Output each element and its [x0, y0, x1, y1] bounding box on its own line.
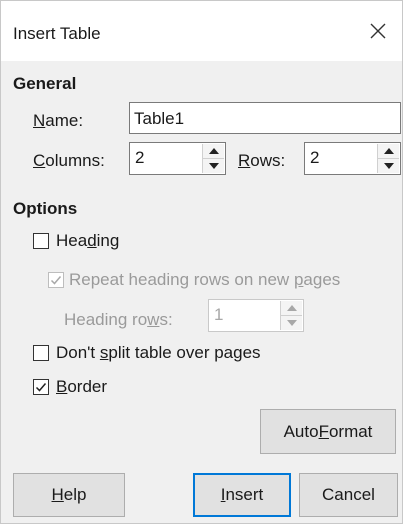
general-section-heading: General: [13, 74, 77, 93]
close-button[interactable]: [364, 17, 392, 45]
close-icon: [370, 23, 386, 39]
dialog-title: Insert Table: [13, 24, 101, 43]
heading-checkbox-label[interactable]: Heading: [56, 231, 119, 251]
rows-spinbox[interactable]: 2: [304, 142, 401, 175]
columns-value: 2: [135, 148, 145, 167]
heading-rows-decrement-button[interactable]: [280, 315, 302, 330]
border-label[interactable]: Border: [56, 377, 107, 397]
heading-rows-increment-button[interactable]: [280, 301, 302, 315]
autoformat-button[interactable]: Auto Format: [260, 409, 396, 454]
dont-split-checkbox[interactable]: [33, 345, 49, 361]
heading-checkbox[interactable]: [33, 233, 49, 249]
options-section-heading: Options: [13, 199, 78, 218]
repeat-heading-label[interactable]: Repeat heading rows on new pages: [69, 270, 340, 290]
spin-down-icon: [383, 163, 394, 169]
table-name-value: Table1: [134, 108, 185, 128]
spin-up-icon: [383, 148, 394, 154]
checkmark-icon: [35, 383, 47, 392]
insert-table-dialog: Insert Table General Name: Table1 Column…: [0, 0, 403, 524]
columns-spinbox[interactable]: 2: [129, 142, 226, 175]
columns-label: Columns:: [33, 151, 105, 170]
heading-rows-value: 1: [214, 305, 224, 324]
title-bar: Insert Table: [1, 1, 402, 61]
help-button[interactable]: Help: [13, 473, 125, 517]
columns-decrement-button[interactable]: [202, 158, 224, 173]
insert-button[interactable]: Insert: [193, 473, 291, 517]
rows-increment-button[interactable]: [377, 144, 399, 158]
table-name-field[interactable]: Table1: [129, 102, 401, 134]
checkmark-icon: [50, 276, 62, 285]
border-checkbox[interactable]: [33, 379, 49, 395]
cancel-button[interactable]: Cancel: [299, 473, 398, 517]
heading-rows-label: Heading rows:: [64, 310, 173, 329]
rows-decrement-button[interactable]: [377, 158, 399, 173]
spin-down-icon: [208, 163, 219, 169]
spin-down-icon: [286, 320, 297, 326]
columns-increment-button[interactable]: [202, 144, 224, 158]
name-label: Name:: [33, 111, 84, 130]
dont-split-label[interactable]: Don't split table over pages: [56, 343, 261, 363]
rows-label: Rows:: [238, 151, 286, 170]
rows-value: 2: [310, 148, 320, 167]
spin-up-icon: [286, 305, 297, 311]
repeat-heading-checkbox[interactable]: [48, 272, 64, 288]
spin-up-icon: [208, 148, 219, 154]
heading-rows-spinbox[interactable]: 1: [208, 299, 304, 332]
